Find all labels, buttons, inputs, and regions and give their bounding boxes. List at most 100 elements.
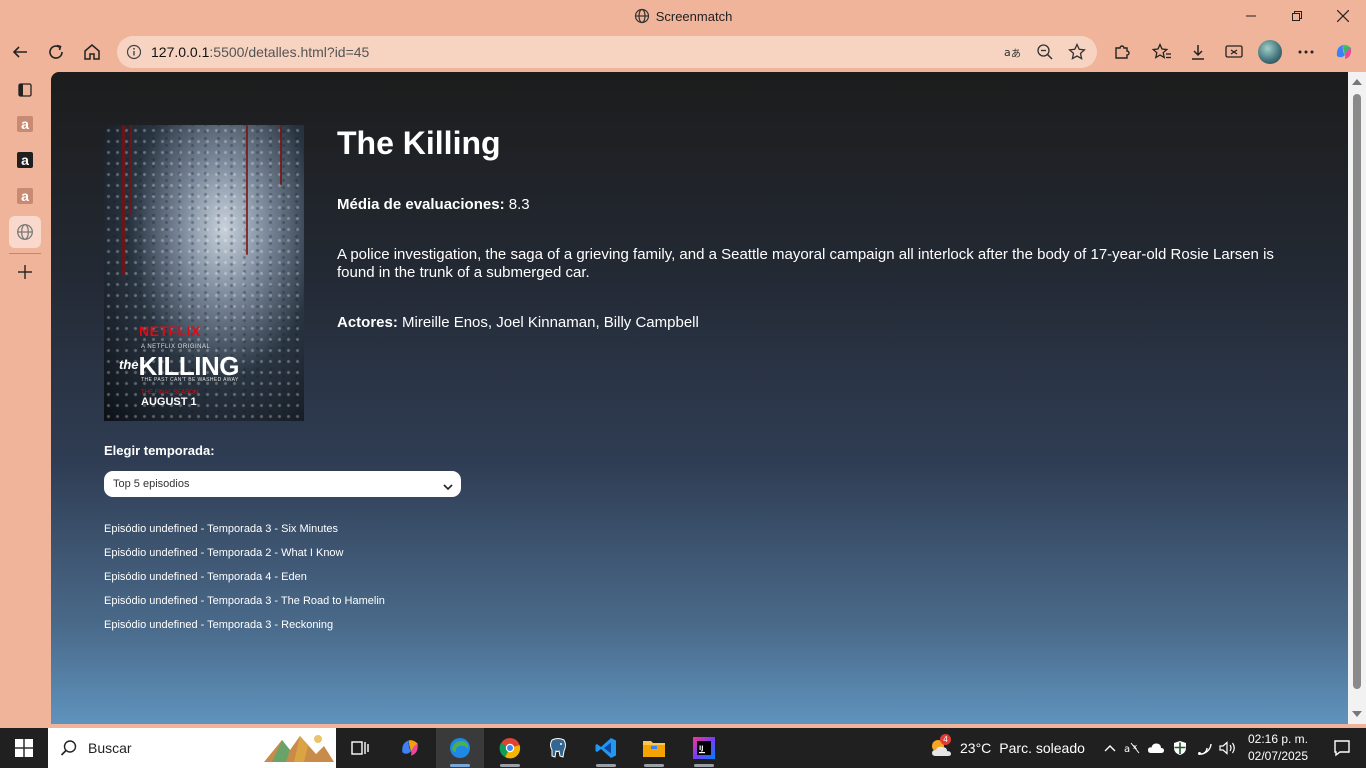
extensions-button[interactable] [1106, 36, 1138, 68]
windows-logo-icon [15, 739, 33, 757]
more-menu-button[interactable] [1290, 36, 1322, 68]
edge-taskbar-button[interactable] [436, 728, 484, 768]
actors: Actores: Mireille Enos, Joel Kinnaman, B… [337, 314, 699, 331]
weather-desc: Parc. soleado [999, 740, 1085, 756]
amazon-icon: a [17, 152, 33, 168]
episode-list: Episódio undefined - Temporada 3 - Six M… [104, 523, 385, 643]
security-shield-icon[interactable] [1168, 740, 1192, 756]
clock-time: 02:16 p. m. [1247, 732, 1309, 746]
copilot-taskbar-button[interactable] [386, 728, 434, 768]
address-bar[interactable]: 127.0.0.1:5500/detalles.html?id=45 aあ [117, 36, 1097, 68]
chrome-taskbar-button[interactable] [486, 728, 534, 768]
chevron-down-icon [443, 479, 453, 497]
amazon-icon: a [17, 188, 33, 204]
clock[interactable]: 02:16 p. m. 02/07/2025 [1240, 731, 1316, 765]
running-indicator [500, 764, 520, 767]
scrollbar-thumb[interactable] [1353, 94, 1361, 689]
puzzle-icon [1115, 45, 1130, 59]
notifications-button[interactable] [1318, 728, 1366, 768]
home-icon [84, 44, 100, 60]
window-title: Screenmatch [655, 9, 733, 24]
translate-icon[interactable]: aあ [1003, 42, 1023, 62]
list-item: Episódio undefined - Temporada 3 - The R… [104, 595, 385, 607]
tab-amazon-3[interactable]: a [9, 180, 41, 212]
avatar [1258, 40, 1282, 64]
address-url[interactable]: 127.0.0.1:5500/detalles.html?id=45 [151, 44, 369, 60]
list-item: Episódio undefined - Temporada 4 - Eden [104, 571, 307, 583]
edge-icon [450, 738, 470, 758]
season-select[interactable]: Top 5 episodios [104, 471, 461, 497]
page-title: The Killing [337, 125, 501, 161]
weather-partly-sunny-icon: 4 [928, 734, 954, 760]
tab-amazon-1[interactable]: a [9, 108, 41, 140]
file-explorer-taskbar-button[interactable] [630, 728, 678, 768]
intellij-taskbar-button[interactable]: IJ [680, 728, 728, 768]
wifi-icon[interactable] [1192, 741, 1216, 755]
minimize-button[interactable] [1228, 0, 1274, 32]
list-item: Episódio undefined - Temporada 2 - What … [104, 547, 344, 559]
task-view-button[interactable] [336, 728, 384, 768]
scroll-down-arrow-icon[interactable] [1352, 711, 1362, 717]
downloads-button[interactable] [1182, 36, 1214, 68]
weather-badge: 4 [940, 734, 951, 745]
volume-icon[interactable] [1216, 741, 1240, 755]
home-button[interactable] [76, 36, 108, 68]
poster-streak [246, 125, 248, 255]
info-icon[interactable] [126, 44, 142, 65]
tab-actions-button[interactable] [9, 74, 41, 106]
favorites-button[interactable] [1146, 36, 1178, 68]
task-view-icon [351, 741, 369, 755]
taskbar: Buscar IJ 4 23°C Parc. soleado a x 02:16… [0, 728, 1366, 768]
tab-screenmatch[interactable] [9, 216, 41, 248]
synopsis: A police investigation, the saga of a gr… [337, 246, 1274, 281]
search-icon [60, 739, 78, 762]
zoom-out-icon[interactable] [1035, 42, 1055, 62]
restore-button[interactable] [1274, 0, 1320, 32]
running-indicator [596, 764, 616, 767]
start-button[interactable] [0, 728, 48, 768]
poster-subtitle: A NETFLIX ORIGINAL [141, 344, 211, 350]
scroll-up-arrow-icon[interactable] [1352, 79, 1362, 85]
copilot-icon [1336, 44, 1352, 59]
window-titlebar: Screenmatch [0, 0, 1366, 32]
taskbar-search[interactable]: Buscar [48, 728, 336, 768]
chrome-icon [499, 738, 521, 759]
vertical-tabs-sidebar: a a a [0, 72, 50, 728]
favorite-star-icon[interactable] [1067, 42, 1087, 62]
poster-brand: NETFLIX [139, 323, 201, 339]
vscode-taskbar-button[interactable] [582, 728, 630, 768]
profile-button[interactable] [1254, 36, 1286, 68]
copilot-button[interactable] [1328, 36, 1360, 68]
close-icon [1337, 10, 1349, 22]
screenshot-button[interactable] [1218, 36, 1250, 68]
poster-tagline: THE PAST CAN'T BE WASHED AWAY [141, 377, 239, 383]
rating-label: Média de evaluaciones: [337, 196, 505, 213]
postgresql-taskbar-button[interactable] [534, 728, 582, 768]
running-indicator [694, 764, 714, 767]
screen-capture-icon [1225, 45, 1243, 58]
chevron-up-icon[interactable] [1100, 744, 1120, 752]
show-poster: NETFLIX A NETFLIX ORIGINAL theKILLING TH… [104, 125, 304, 421]
back-button[interactable] [4, 36, 36, 68]
search-placeholder: Buscar [88, 740, 132, 756]
window-title-area: Screenmatch [0, 8, 1366, 27]
rating: Média de evaluaciones: 8.3 [337, 196, 530, 213]
plus-icon [18, 265, 32, 279]
weather-widget[interactable]: 4 23°C Parc. soleado [928, 728, 1085, 768]
list-item: Episódio undefined - Temporada 3 - Recko… [104, 619, 334, 631]
keyboard-language-icon[interactable]: ax [1120, 741, 1144, 755]
minimize-icon [1246, 15, 1256, 17]
restore-icon [1292, 11, 1302, 21]
close-button[interactable] [1320, 0, 1366, 32]
more-dots-icon [1298, 50, 1314, 54]
svg-text:a: a [1124, 744, 1130, 755]
new-tab-button[interactable] [9, 256, 41, 288]
page-scrollbar[interactable] [1348, 72, 1366, 724]
clock-date: 02/07/2025 [1247, 749, 1309, 763]
svg-text:あ: あ [1011, 48, 1021, 60]
url-host: 127.0.0.1 [151, 44, 210, 60]
vscode-icon [595, 738, 616, 758]
tab-amazon-2[interactable]: a [9, 144, 41, 176]
refresh-button[interactable] [40, 36, 72, 68]
onedrive-cloud-icon[interactable] [1144, 742, 1168, 754]
